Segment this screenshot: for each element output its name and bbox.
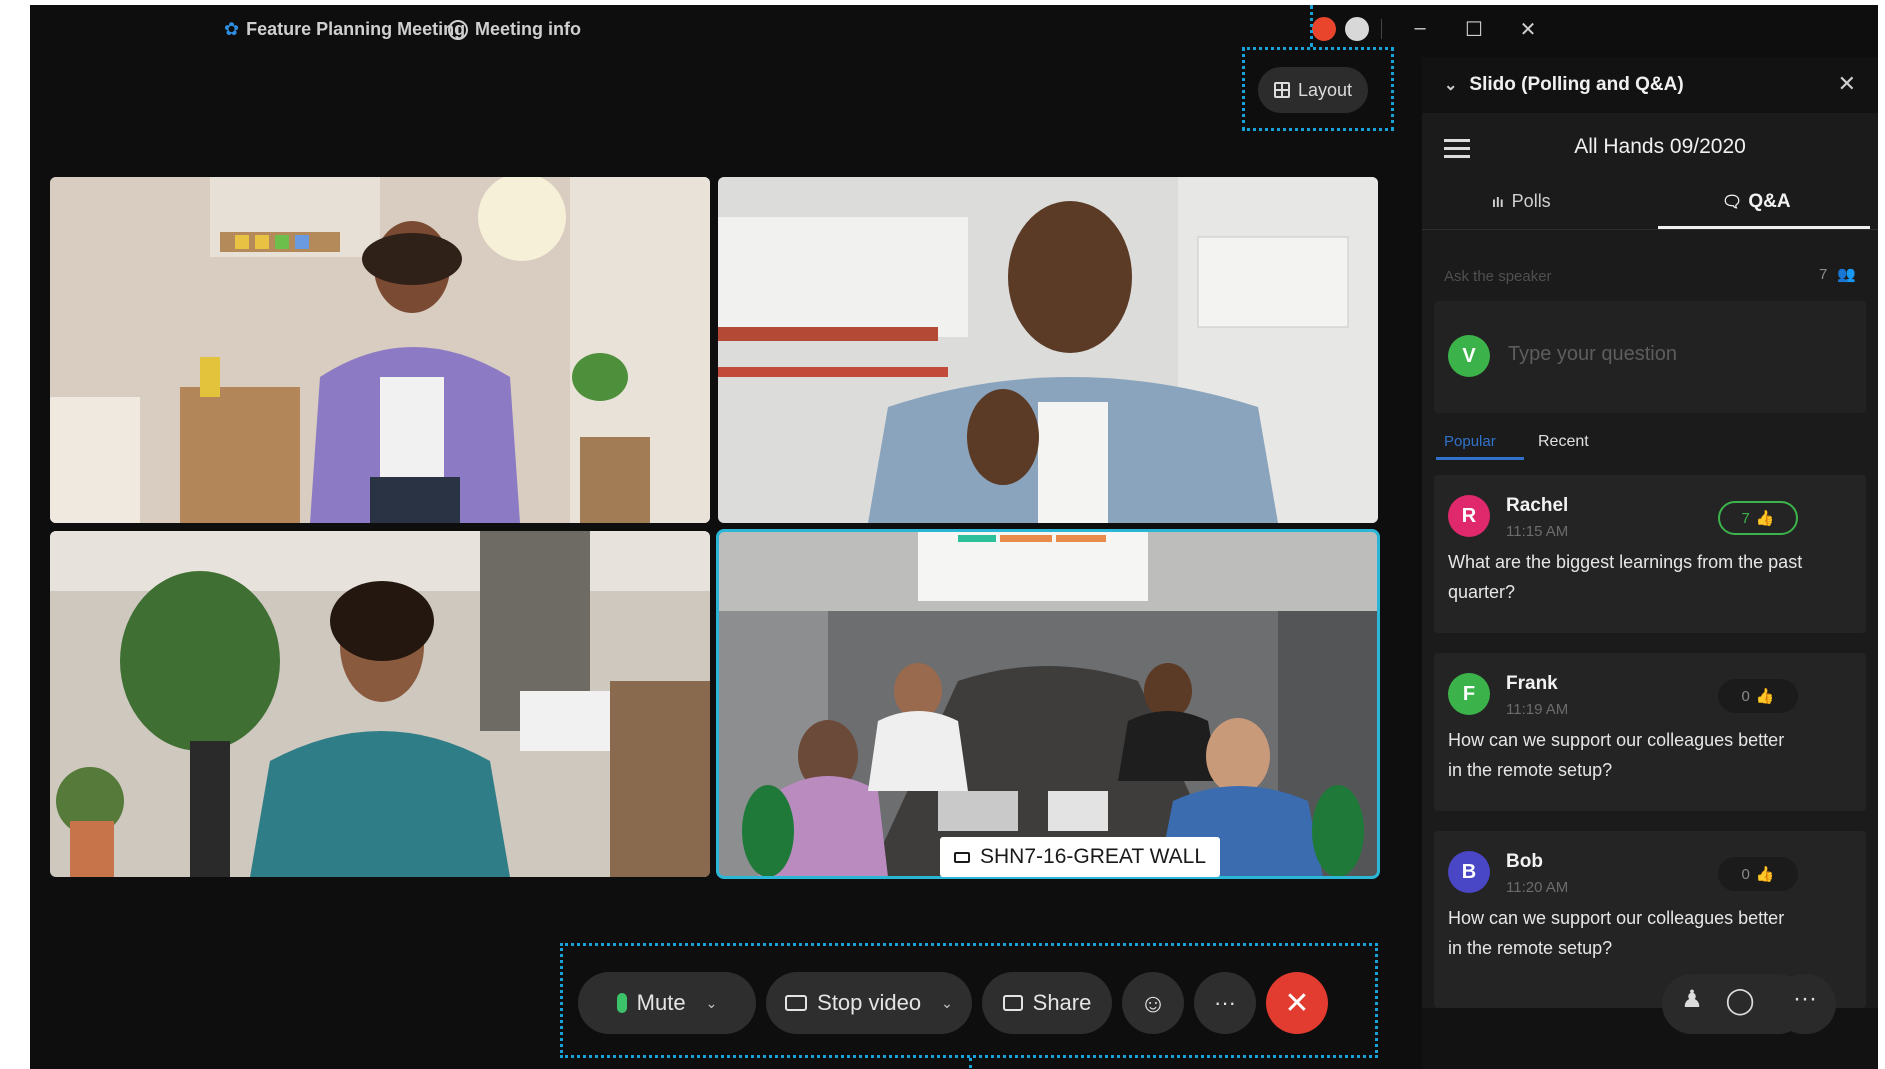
room-device-icon: [954, 851, 970, 863]
more-icon: ···: [1214, 990, 1236, 1015]
panel-more-button[interactable]: ···: [1787, 985, 1823, 1013]
meeting-title[interactable]: ✿ Feature Planning Meeting: [224, 19, 465, 40]
question-author: Frank: [1506, 673, 1558, 694]
bar-chart-icon: ılı: [1492, 193, 1504, 210]
speech-bubbles-icon: 🗨: [1722, 194, 1743, 211]
avatar: V: [1448, 335, 1490, 377]
maximize-button[interactable]: ☐: [1460, 17, 1488, 42]
event-title: All Hands 09/2020: [1574, 135, 1746, 158]
slido-panel-header[interactable]: ⌄ Slido (Polling and Q&A): [1422, 57, 1878, 113]
slido-content: All Hands 09/2020 ılı Polls 🗨 Q&A Ask th…: [1422, 113, 1878, 1008]
webex-meeting-window: ✿ Feature Planning Meeting i Meeting inf…: [30, 5, 1878, 1069]
question-time: 11:15 AM: [1506, 523, 1569, 540]
callout-line-bottom: [969, 1058, 972, 1069]
divider: [1422, 229, 1878, 230]
microphone-icon: [616, 993, 627, 1013]
question-author: Bob: [1506, 851, 1543, 872]
chat-icon[interactable]: ◯: [1722, 985, 1758, 1016]
thumbs-up-icon: 👍: [1755, 510, 1775, 527]
tab-polls[interactable]: ılı Polls: [1492, 191, 1551, 212]
slido-panel: ⌄ Slido (Polling and Q&A) ✕ All Hands 09…: [1422, 57, 1878, 1069]
avatar: B: [1448, 851, 1490, 893]
camera-icon: [785, 995, 808, 1011]
participant-2-video: [718, 177, 1378, 523]
share-icon: [1002, 995, 1023, 1011]
participant-3-video: [50, 531, 710, 877]
callout-line: [1310, 5, 1313, 47]
share-button[interactable]: Share: [982, 972, 1112, 1034]
question-time: 11:20 AM: [1506, 879, 1569, 896]
question-text: How can we support our colleagues better…: [1448, 908, 1785, 958]
question-card: F Frank 11:19 AM 0 👍 How can we support …: [1434, 653, 1866, 811]
video-tile-participant-1[interactable]: [50, 177, 710, 523]
video-tile-conference-room[interactable]: [716, 529, 1380, 879]
layout-button[interactable]: Layout: [1258, 67, 1368, 113]
chevron-down-icon[interactable]: ⌄: [941, 995, 953, 1012]
end-call-button[interactable]: ✕: [1266, 972, 1328, 1034]
avatar: F: [1448, 673, 1490, 715]
ask-the-speaker-label: Ask the speaker: [1444, 268, 1552, 285]
conference-room-video: [718, 531, 1378, 877]
close-panel-button[interactable]: ✕: [1838, 71, 1856, 97]
question-text: What are the biggest learnings from the …: [1448, 552, 1803, 602]
question-input-card[interactable]: V Type your question: [1434, 301, 1866, 413]
smiley-icon: ☺: [1139, 987, 1167, 1018]
thumbs-up-icon: 👍: [1755, 866, 1775, 883]
like-button[interactable]: 0 👍: [1718, 857, 1798, 891]
stop-video-button[interactable]: Stop video ⌄: [766, 972, 972, 1034]
close-icon: ✕: [1284, 986, 1310, 1020]
tab-qa[interactable]: 🗨 Q&A: [1722, 191, 1791, 213]
reactions-button[interactable]: ☺: [1122, 972, 1184, 1034]
minimize-button[interactable]: –: [1406, 17, 1434, 40]
video-tile-participant-2[interactable]: [718, 177, 1378, 523]
participants-icon[interactable]: ♟: [1674, 985, 1710, 1014]
more-options-button[interactable]: ···: [1194, 972, 1256, 1034]
meeting-info-button[interactable]: i Meeting info: [448, 19, 581, 40]
room-name-label: SHN7-16-GREAT WALL: [940, 837, 1221, 877]
like-button[interactable]: 0 👍: [1718, 679, 1798, 713]
participant-1-video: [50, 177, 710, 523]
like-button[interactable]: 7 👍: [1718, 501, 1798, 535]
chevron-down-icon[interactable]: ⌄: [1444, 75, 1457, 95]
avatar: R: [1448, 495, 1490, 537]
question-time: 11:19 AM: [1506, 701, 1569, 718]
mute-button[interactable]: Mute ⌄: [578, 972, 756, 1034]
question-author: Rachel: [1506, 495, 1569, 516]
layout-grid-icon: [1273, 82, 1290, 98]
close-window-button[interactable]: ✕: [1514, 17, 1542, 42]
chevron-down-icon[interactable]: ⌄: [706, 995, 718, 1012]
divider: [1381, 19, 1382, 39]
question-text: How can we support our colleagues better…: [1448, 730, 1785, 780]
question-card: R Rachel 11:15 AM 7 👍 What are the bigge…: [1434, 475, 1866, 633]
sort-tab-recent[interactable]: Recent: [1538, 433, 1589, 451]
sort-tab-indicator: [1436, 457, 1524, 460]
info-icon: i: [448, 19, 468, 40]
status-icon[interactable]: [1345, 17, 1369, 41]
thumbs-up-icon: 👍: [1755, 688, 1775, 705]
webex-logo-icon: ✿: [224, 19, 240, 39]
people-icon: 👥: [1837, 266, 1856, 283]
video-tile-participant-3[interactable]: [50, 531, 710, 877]
question-input[interactable]: Type your question: [1508, 343, 1677, 366]
sort-tab-popular[interactable]: Popular: [1444, 433, 1496, 450]
recording-icon[interactable]: [1312, 17, 1336, 41]
participant-count: 7 👥: [1818, 265, 1856, 284]
